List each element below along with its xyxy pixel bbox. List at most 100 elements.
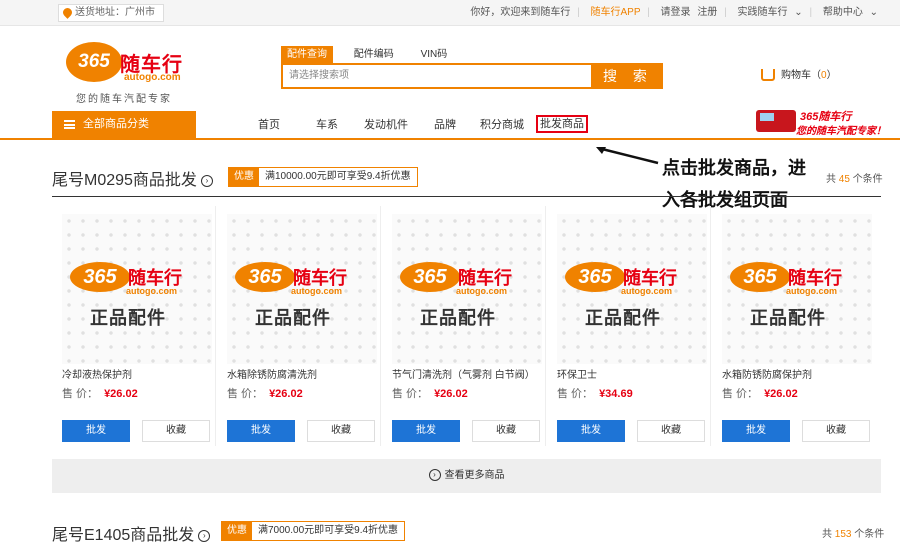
search-tab-part-query[interactable]: 配件查询 (281, 46, 333, 63)
site-logo[interactable]: 365 随车行 autogo.com 您的随车汽配专家 (66, 42, 186, 105)
annotation-arrow (596, 147, 659, 165)
nav-item-wholesale[interactable]: 批发商品 (536, 115, 588, 133)
chevron-down-icon: ⌄ (869, 7, 878, 18)
search-input[interactable]: 请选择搜索项 (281, 63, 593, 89)
price-label: 售 价： (62, 388, 99, 400)
cart-icon (761, 69, 775, 82)
chevron-right-icon[interactable]: › (200, 174, 213, 187)
favorite-button[interactable]: 收藏 (637, 420, 705, 442)
chevron-right-icon: › (428, 469, 441, 482)
register-link[interactable]: 注册 (697, 7, 717, 18)
logo-badge: 365 (66, 42, 122, 82)
product-image[interactable]: 365 随车行 autogo.com 正品配件 (722, 214, 872, 364)
product-card: 365 随车行 autogo.com 正品配件 节气门清洗剂（气雾剂 白节阀） … (382, 206, 546, 446)
product-name[interactable]: 冷却液热保护剂 (62, 366, 132, 381)
search-tab-part-code[interactable]: 配件编码 (348, 46, 400, 63)
item-count: 共 153 个条件 (822, 525, 884, 540)
placeholder-caption: 正品配件 (420, 308, 496, 328)
divider: | (724, 7, 727, 18)
price-value: ¥26.02 (434, 388, 468, 400)
section-title: 尾号E1405商品批发 › (52, 521, 211, 545)
wholesale-button[interactable]: 批发 (392, 420, 460, 442)
favorite-button[interactable]: 收藏 (802, 420, 870, 442)
menu-icon (64, 119, 75, 129)
product-name[interactable]: 节气门清洗剂（气雾剂 白节阀） (392, 366, 535, 381)
price-label: 售 价： (392, 388, 429, 400)
search-tab-vin[interactable]: VIN码 (415, 46, 454, 63)
wholesale-button[interactable]: 批发 (557, 420, 625, 442)
placeholder-caption: 正品配件 (255, 308, 331, 328)
count-prefix: 共 (826, 174, 836, 185)
favorite-button[interactable]: 收藏 (142, 420, 210, 442)
price-label: 售 价： (722, 388, 759, 400)
nav-item-points-mall[interactable]: 积分商城 (480, 116, 524, 134)
favorite-button[interactable]: 收藏 (472, 420, 540, 442)
wholesale-button[interactable]: 批发 (722, 420, 790, 442)
truck-image (756, 110, 796, 132)
divider: | (809, 7, 813, 18)
placeholder-logo-badge: 365 (235, 262, 295, 292)
cart-label: 购物车 (781, 70, 811, 81)
price-value: ¥34.69 (599, 388, 633, 400)
nav-item-engine[interactable]: 发动机件 (364, 116, 408, 134)
product-name[interactable]: 环保卫士 (557, 366, 597, 381)
logo-domain: autogo.com (124, 72, 181, 83)
cart-count: 0 (821, 70, 827, 81)
nav-item-brand[interactable]: 品牌 (434, 116, 456, 134)
placeholder-logo-badge: 365 (70, 262, 130, 292)
placeholder-logo-badge: 365 (730, 262, 790, 292)
greeting-text: 你好，欢迎来到随车行 (470, 7, 571, 18)
promo-text: 满10000.00元即可享受9.4折优惠 (265, 171, 411, 182)
location-pin-icon (61, 6, 74, 19)
placeholder-caption: 正品配件 (90, 308, 166, 328)
product-image[interactable]: 365 随车行 autogo.com 正品配件 (62, 214, 212, 364)
cart-button[interactable]: 购物车（0） (761, 68, 837, 84)
product-price: 售 价： ¥26.02 (62, 385, 138, 401)
section-title: 尾号M0295商品批发 › (52, 166, 213, 190)
promo-text: 满7000.00元即可享受9.4折优惠 (258, 525, 399, 536)
price-value: ¥26.02 (764, 388, 798, 400)
product-card: 365 随车行 autogo.com 正品配件 水箱除锈防腐清洗剂 售 价： ¥2… (217, 206, 381, 446)
view-more-button[interactable]: › 查看更多商品 (52, 459, 881, 493)
wholesale-button[interactable]: 批发 (227, 420, 295, 442)
search-tabs: 配件查询 配件编码 VIN码 (281, 46, 465, 63)
promo-banner: 优惠 满7000.00元即可享受9.4折优惠 (221, 521, 406, 541)
product-name[interactable]: 水箱防锈防腐保护剂 (722, 366, 812, 381)
product-card: 365 随车行 autogo.com 正品配件 冷却液热保护剂 售 价： ¥26.… (52, 206, 216, 446)
promo-tag: 优惠 (222, 522, 252, 540)
brand-link[interactable]: 实践随车行 (737, 7, 787, 18)
count-suffix: 个条件 (852, 174, 883, 185)
logo-slogan: 您的随车汽配专家 (76, 94, 172, 105)
product-image[interactable]: 365 随车行 autogo.com 正品配件 (557, 214, 707, 364)
nav-item-home[interactable]: 首页 (258, 116, 280, 134)
top-bar: 送货地址：广州市 你好，欢迎来到随车行 | 随车行APP | 请登录 注册 | … (0, 0, 900, 26)
section-title-text: 尾号M0295商品批发 (52, 172, 197, 189)
price-value: ¥26.02 (104, 388, 138, 400)
product-image[interactable]: 365 随车行 autogo.com 正品配件 (392, 214, 542, 364)
nav-item-series[interactable]: 车系 (316, 116, 338, 134)
price-value: ¥26.02 (269, 388, 303, 400)
all-categories-label: 全部商品分类 (83, 118, 149, 130)
promo-tag: 优惠 (229, 168, 259, 186)
all-categories-button[interactable]: 全部商品分类 (52, 111, 196, 138)
placeholder-caption: 正品配件 (750, 308, 826, 328)
section-title-text: 尾号E1405商品批发 (52, 527, 195, 544)
search-button[interactable]: 搜 索 (593, 63, 663, 89)
item-count: 共 45 个条件 (826, 170, 883, 185)
product-image[interactable]: 365 随车行 autogo.com 正品配件 (227, 214, 377, 364)
help-link[interactable]: 帮助中心 (823, 7, 863, 18)
product-name[interactable]: 水箱除锈防腐清洗剂 (227, 366, 317, 381)
divider: | (577, 7, 580, 18)
product-price: 售 价： ¥26.02 (392, 385, 468, 401)
price-label: 售 价： (227, 388, 264, 400)
promo-banner: 优惠 满10000.00元即可享受9.4折优惠 (228, 167, 418, 187)
placeholder-logo-domain: autogo.com (126, 286, 177, 296)
delivery-location-text: 送货地址：广州市 (75, 7, 155, 18)
app-link[interactable]: 随车行APP (591, 7, 641, 18)
login-link[interactable]: 请登录 (661, 7, 691, 18)
favorite-button[interactable]: 收藏 (307, 420, 375, 442)
delivery-location[interactable]: 送货地址：广州市 (58, 4, 164, 22)
wholesale-button[interactable]: 批发 (62, 420, 130, 442)
brand-ad-banner[interactable]: 365随车行 您的随车汽配专家！ (752, 104, 892, 137)
chevron-right-icon[interactable]: › (198, 529, 211, 542)
